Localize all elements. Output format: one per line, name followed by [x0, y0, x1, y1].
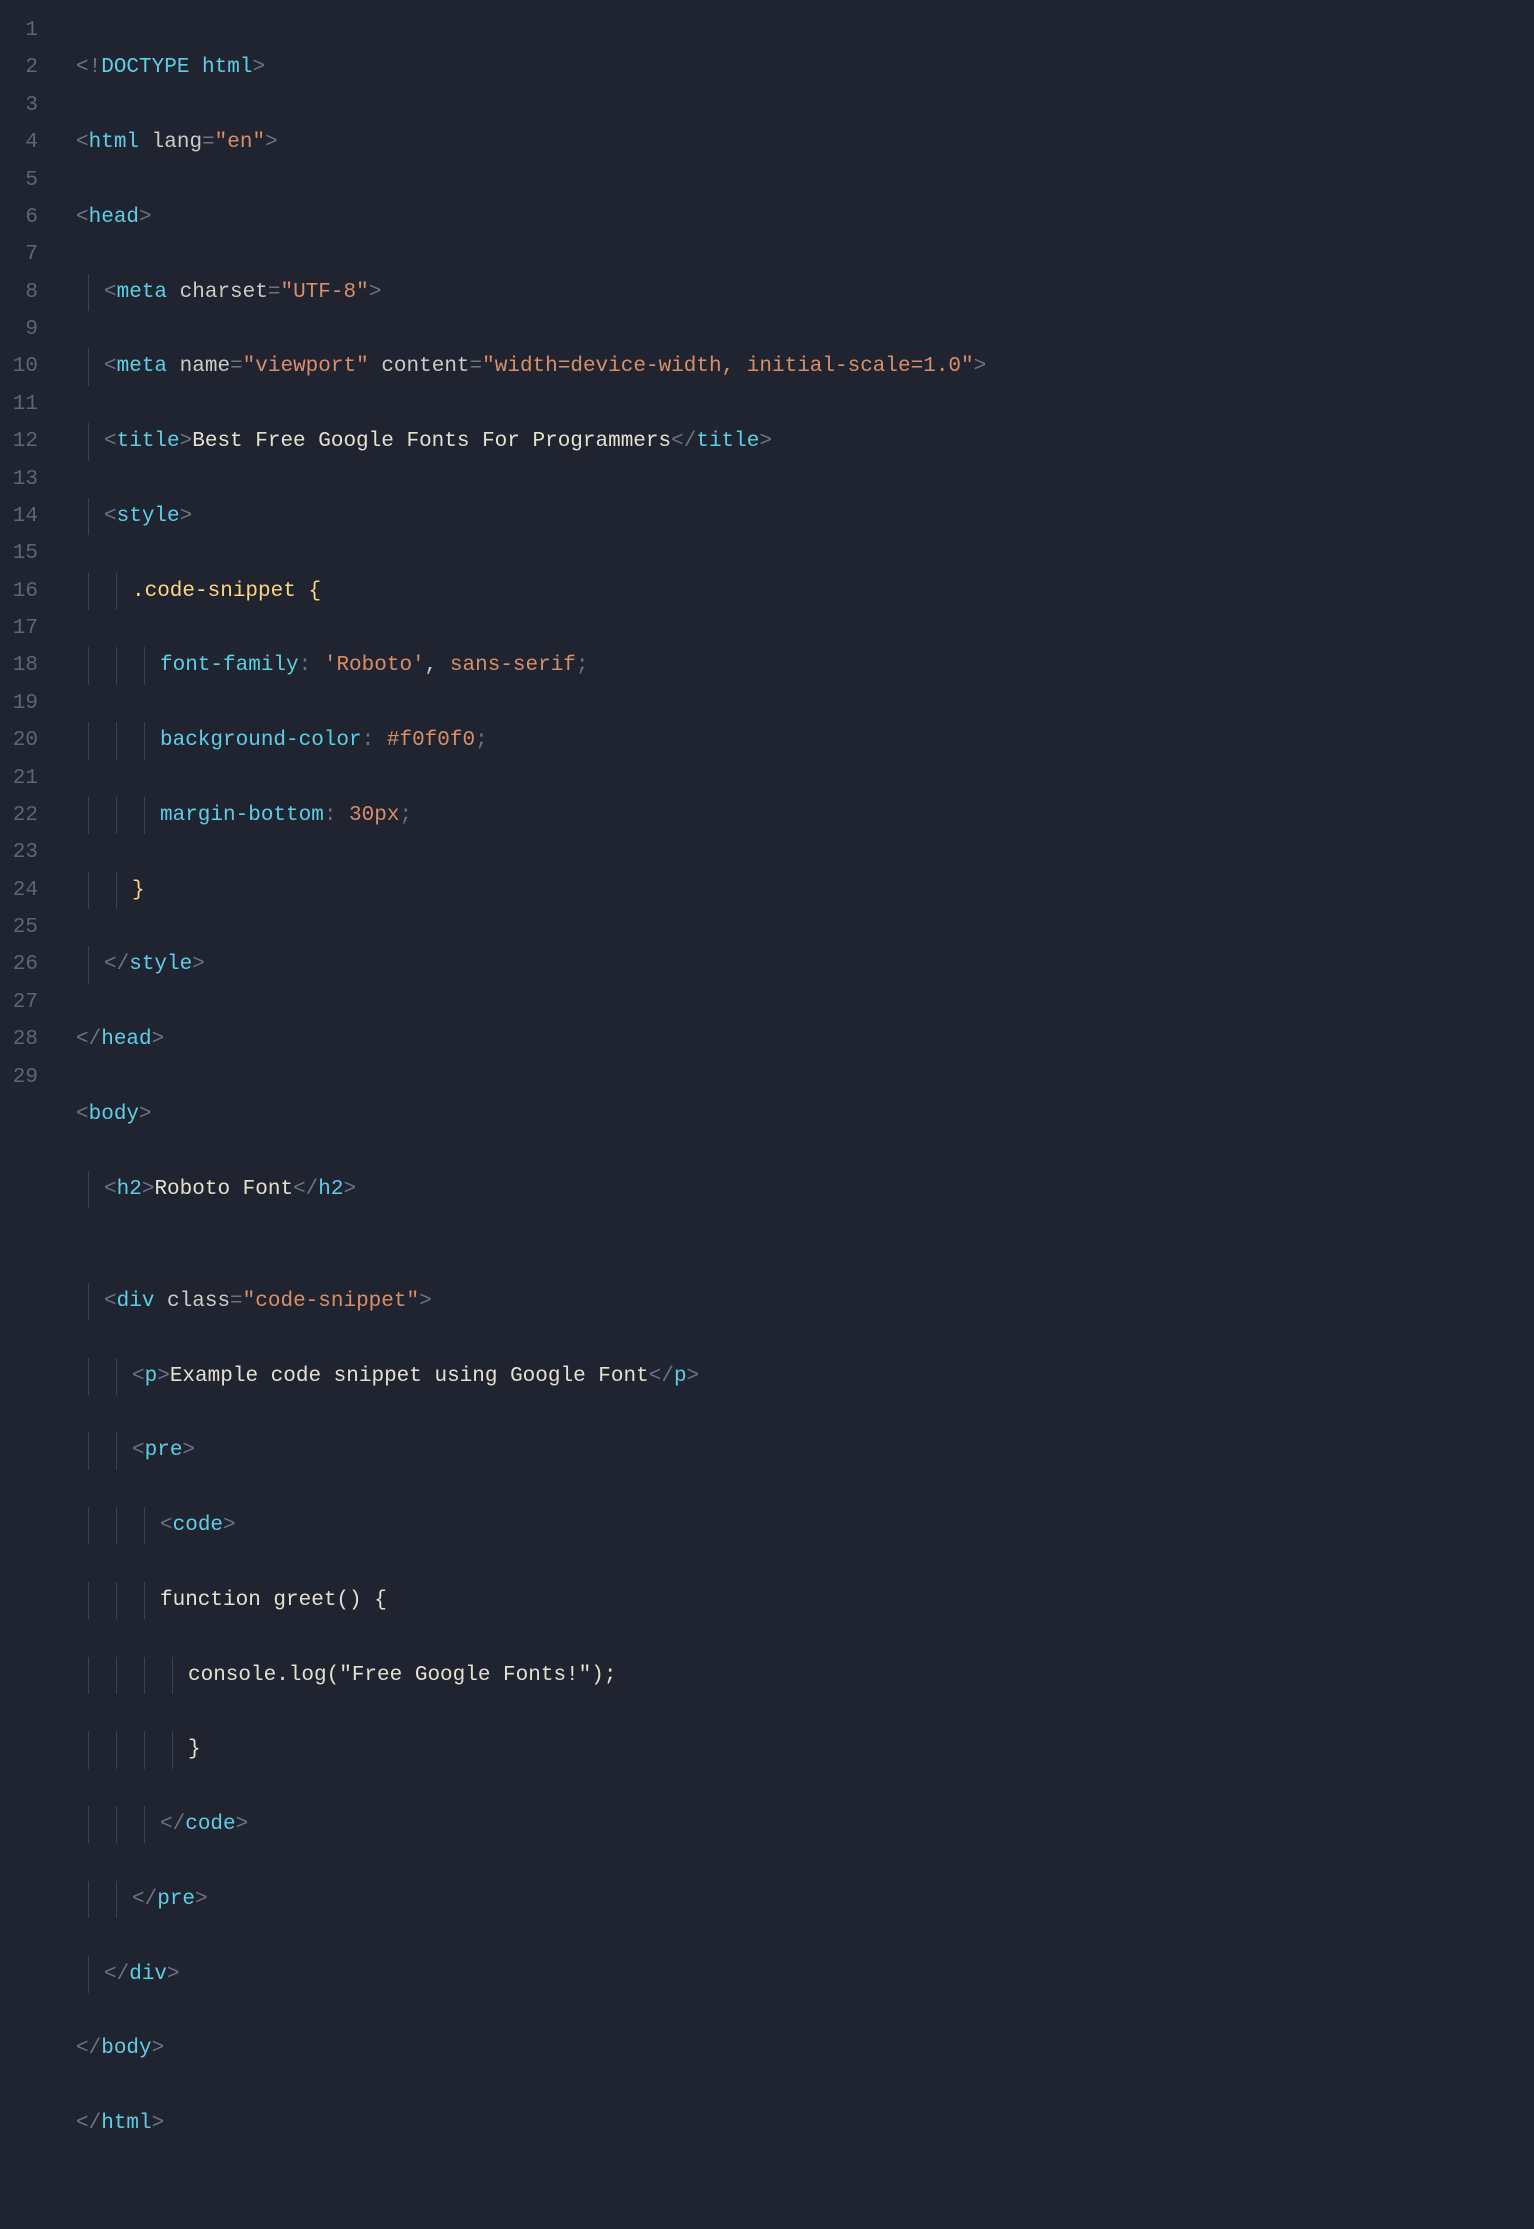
code-line[interactable]: function greet() {	[60, 1582, 1534, 1619]
code-line[interactable]: <p>Example code snippet using Google Fon…	[60, 1358, 1534, 1395]
code-area[interactable]: <!DOCTYPE html> <html lang="en"> <head> …	[60, 12, 1534, 2217]
code-line[interactable]: </pre>	[60, 1881, 1534, 1918]
line-number: 21	[0, 760, 38, 797]
code-editor: 1 2 3 4 5 6 7 8 9 10 11 12 13 14 15 16 1…	[0, 12, 1534, 2217]
tag-code-close: code	[185, 1813, 235, 1836]
attr-class: class	[167, 1290, 230, 1313]
line-number: 28	[0, 1021, 38, 1058]
js-line: console.log("Free Google Fonts!");	[188, 1664, 616, 1687]
tag-body-close: body	[101, 2037, 151, 2060]
tag-html: html	[89, 131, 139, 154]
code-line[interactable]: </style>	[60, 946, 1534, 983]
code-line[interactable]: font-family: 'Roboto', sans-serif;	[60, 647, 1534, 684]
tag-pre: pre	[145, 1439, 183, 1462]
line-number: 12	[0, 423, 38, 460]
code-line[interactable]: <head>	[60, 199, 1534, 236]
code-line[interactable]: }	[60, 1731, 1534, 1768]
css-prop-font-family: font-family	[160, 654, 299, 677]
tag-div-close: div	[129, 1963, 167, 1986]
line-number: 19	[0, 685, 38, 722]
code-line[interactable]: </html>	[60, 2105, 1534, 2142]
code-line[interactable]: <!DOCTYPE html>	[60, 49, 1534, 86]
tag-head: head	[89, 206, 139, 229]
code-line[interactable]: <code>	[60, 1507, 1534, 1544]
line-number: 7	[0, 236, 38, 273]
line-number: 5	[0, 162, 38, 199]
tag-div: div	[117, 1290, 155, 1313]
code-line[interactable]: <div class="code-snippet">	[60, 1283, 1534, 1320]
code-line[interactable]: }	[60, 872, 1534, 909]
css-selector: .code-snippet	[132, 580, 296, 603]
attr-content: content	[381, 355, 469, 378]
h2-text: Roboto Font	[154, 1178, 293, 1201]
code-line[interactable]: <h2>Roboto Font</h2>	[60, 1171, 1534, 1208]
code-line[interactable]: console.log("Free Google Fonts!");	[60, 1657, 1534, 1694]
code-line[interactable]: .code-snippet {	[60, 573, 1534, 610]
js-line: function greet() {	[160, 1589, 387, 1612]
line-number: 16	[0, 573, 38, 610]
line-number: 29	[0, 1059, 38, 1096]
title-text: Best Free Google Fonts For Programmers	[192, 430, 671, 453]
line-number: 15	[0, 535, 38, 572]
tag-pre-close: pre	[157, 1888, 195, 1911]
line-number: 20	[0, 722, 38, 759]
line-number: 1	[0, 12, 38, 49]
tag-head-close: head	[101, 1028, 151, 1051]
code-line[interactable]: </body>	[60, 2030, 1534, 2067]
tag-code: code	[173, 1514, 223, 1537]
val-en: "en"	[215, 131, 265, 154]
code-line[interactable]: <meta charset="UTF-8">	[60, 274, 1534, 311]
attr-name: name	[180, 355, 230, 378]
line-number: 27	[0, 984, 38, 1021]
code-line[interactable]: <pre>	[60, 1432, 1534, 1469]
line-number: 8	[0, 274, 38, 311]
js-line: }	[188, 1738, 201, 1761]
code-line[interactable]: margin-bottom: 30px;	[60, 797, 1534, 834]
tag-p: p	[145, 1365, 158, 1388]
line-number: 9	[0, 311, 38, 348]
line-number-gutter: 1 2 3 4 5 6 7 8 9 10 11 12 13 14 15 16 1…	[0, 12, 60, 2217]
code-line[interactable]: <html lang="en">	[60, 124, 1534, 161]
line-number: 6	[0, 199, 38, 236]
line-number: 23	[0, 834, 38, 871]
css-prop-margin: margin-bottom	[160, 804, 324, 827]
doctype-val: html	[202, 56, 252, 79]
line-number: 22	[0, 797, 38, 834]
code-line[interactable]: </div>	[60, 1956, 1534, 1993]
code-line[interactable]: </code>	[60, 1806, 1534, 1843]
code-line[interactable]: background-color: #f0f0f0;	[60, 722, 1534, 759]
line-number: 2	[0, 49, 38, 86]
tag-meta: meta	[117, 281, 167, 304]
line-number: 10	[0, 348, 38, 385]
code-line[interactable]: <meta name="viewport" content="width=dev…	[60, 348, 1534, 385]
line-number: 13	[0, 461, 38, 498]
tag-style: style	[117, 505, 180, 528]
line-number: 14	[0, 498, 38, 535]
line-number: 26	[0, 946, 38, 983]
attr-charset: charset	[180, 281, 268, 304]
line-number: 17	[0, 610, 38, 647]
line-number: 25	[0, 909, 38, 946]
tag-meta: meta	[117, 355, 167, 378]
tag-title: title	[117, 430, 180, 453]
doctype-kw: DOCTYPE	[101, 56, 189, 79]
tag-html-close: html	[101, 2112, 151, 2135]
code-line[interactable]: <style>	[60, 498, 1534, 535]
attr-lang: lang	[152, 131, 202, 154]
tag-h2: h2	[117, 1178, 142, 1201]
p-text: Example code snippet using Google Font	[170, 1365, 649, 1388]
css-prop-bgcolor: background-color	[160, 729, 362, 752]
code-line[interactable]: <title>Best Free Google Fonts For Progra…	[60, 423, 1534, 460]
tag-style-close: style	[129, 953, 192, 976]
code-line[interactable]: </head>	[60, 1021, 1534, 1058]
line-number: 11	[0, 386, 38, 423]
line-number: 4	[0, 124, 38, 161]
code-line[interactable]: <body>	[60, 1096, 1534, 1133]
line-number: 3	[0, 87, 38, 124]
line-number: 18	[0, 647, 38, 684]
line-number: 24	[0, 872, 38, 909]
punct: <!	[76, 56, 101, 79]
tag-body: body	[89, 1103, 139, 1126]
